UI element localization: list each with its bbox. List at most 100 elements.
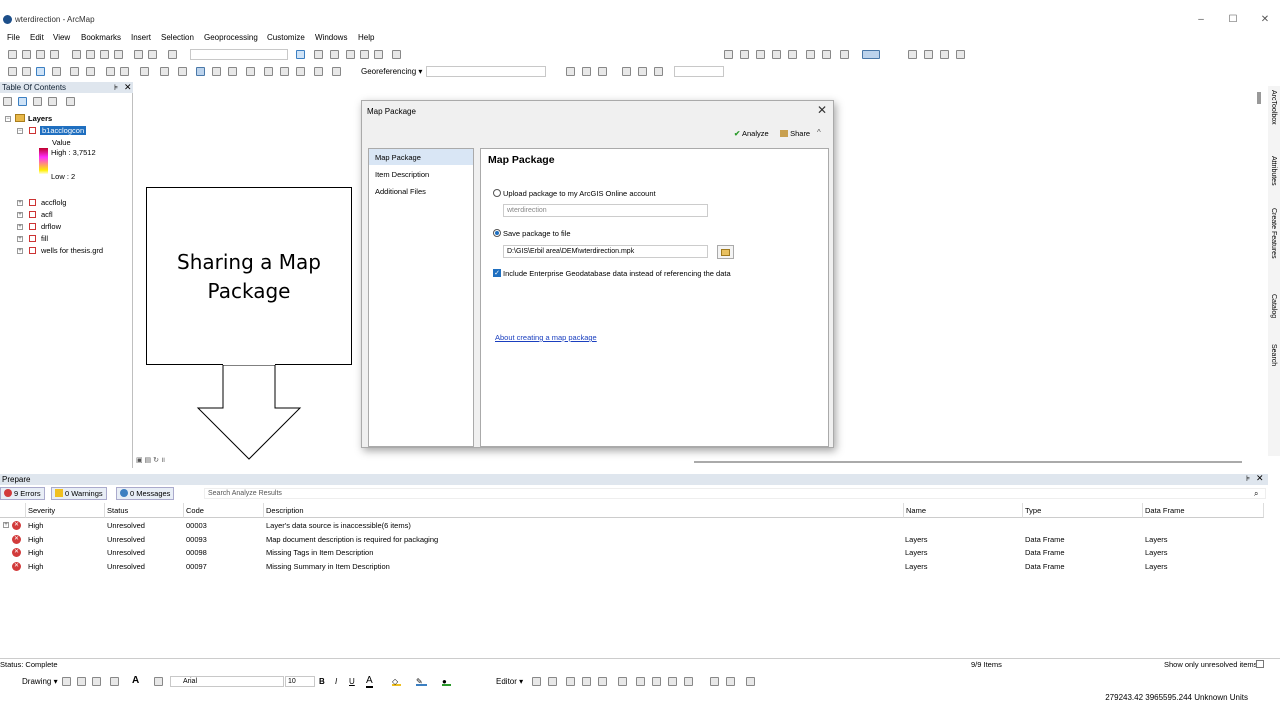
delete-icon[interactable] <box>114 50 123 59</box>
menu-help[interactable]: Help <box>358 33 374 42</box>
attributes-tab[interactable]: Attributes <box>1270 156 1277 186</box>
catalog-window-icon[interactable] <box>330 50 339 59</box>
fill-color-icon[interactable]: ◇ <box>392 677 401 686</box>
layout-tool-icon[interactable] <box>806 50 815 59</box>
save-to-file-radio[interactable] <box>493 229 501 237</box>
find-icon[interactable] <box>264 67 273 76</box>
save-icon[interactable] <box>36 50 45 59</box>
pan-icon[interactable] <box>36 67 45 76</box>
menu-windows[interactable]: Windows <box>315 33 347 42</box>
errors-filter[interactable]: 9 Errors <box>0 487 45 500</box>
edit-tool-icon[interactable] <box>652 677 661 686</box>
column-header-type[interactable]: Type <box>1023 503 1143 518</box>
collapse-chevron-icon[interactable]: ^ <box>817 128 821 137</box>
expand-icon[interactable]: + <box>3 522 9 528</box>
table-cell-description[interactable]: Layer's data source is inaccessible(6 it… <box>266 521 411 530</box>
arctoolbox-icon[interactable] <box>360 50 369 59</box>
back-icon[interactable] <box>106 67 115 76</box>
python-window-icon[interactable] <box>374 50 383 59</box>
fixed-zoom-in-icon[interactable] <box>70 67 79 76</box>
scale-field[interactable] <box>190 49 288 60</box>
layer-visibility-checkbox[interactable] <box>29 223 36 230</box>
add-data-icon[interactable] <box>168 50 177 59</box>
georef-layer-field[interactable] <box>426 66 546 77</box>
select-elements-icon[interactable] <box>178 67 187 76</box>
menu-file[interactable]: File <box>7 33 20 42</box>
fixed-zoom-out-icon[interactable] <box>86 67 95 76</box>
layout-tool-icon[interactable] <box>756 50 765 59</box>
collapse-icon[interactable]: − <box>17 128 23 134</box>
layout-tool-icon[interactable] <box>940 50 949 59</box>
cut-icon[interactable] <box>72 50 81 59</box>
list-by-visibility-icon[interactable] <box>33 97 42 106</box>
sketch-properties-icon[interactable] <box>726 677 735 686</box>
font-select[interactable]: Arial <box>170 676 284 687</box>
expand-icon[interactable]: + <box>17 224 23 230</box>
font-size-select[interactable]: 10 <box>285 676 315 687</box>
select-features-icon[interactable] <box>140 67 149 76</box>
layer-visibility-checkbox[interactable] <box>29 199 36 206</box>
georef-tool-icon[interactable] <box>598 67 607 76</box>
layer-item[interactable]: drflow <box>41 222 61 231</box>
layout-tool-icon[interactable] <box>788 50 797 59</box>
search-icon[interactable]: ⌕ <box>1254 489 1258 499</box>
find-route-icon[interactable] <box>280 67 289 76</box>
edit-tool-icon[interactable] <box>566 677 575 686</box>
georef-tool-icon[interactable] <box>622 67 631 76</box>
georef-tool-icon[interactable] <box>654 67 663 76</box>
georef-tool-icon[interactable] <box>638 67 647 76</box>
pin-icon[interactable]: ⊧ <box>1246 474 1250 483</box>
toc-root-layers[interactable]: Layers <box>28 114 52 123</box>
edit-tool-icon[interactable] <box>598 677 607 686</box>
georef-tool-icon[interactable] <box>566 67 575 76</box>
messages-filter[interactable]: 0 Messages <box>116 487 175 500</box>
nav-additional-files[interactable]: Additional Files <box>375 187 426 196</box>
layout-tool-icon[interactable] <box>908 50 917 59</box>
edit-tool-icon[interactable] <box>636 677 645 686</box>
create-features-tab[interactable]: Create Features <box>1270 208 1277 259</box>
menu-bookmarks[interactable]: Bookmarks <box>81 33 121 42</box>
italic-button[interactable]: I <box>335 677 337 686</box>
marker-color-icon[interactable]: ● <box>442 677 451 686</box>
expand-icon[interactable]: + <box>17 212 23 218</box>
open-icon[interactable] <box>22 50 31 59</box>
layout-tool-icon[interactable] <box>956 50 965 59</box>
georeferencing-dropdown[interactable]: Georeferencing ▾ <box>361 67 422 76</box>
copy-icon[interactable] <box>86 50 95 59</box>
close-button[interactable]: ✕ <box>1250 14 1280 25</box>
nav-map-package[interactable]: Map Package <box>375 153 421 162</box>
edit-tool-icon[interactable] <box>684 677 693 686</box>
vertical-scrollbar[interactable] <box>1257 92 1261 104</box>
list-by-selection-icon[interactable] <box>48 97 57 106</box>
options-icon[interactable] <box>66 97 75 106</box>
layout-tool-icon[interactable] <box>724 50 733 59</box>
attributes-icon[interactable] <box>710 677 719 686</box>
search-results-input[interactable]: Search Analyze Results <box>204 488 1266 499</box>
color-swatch-icon[interactable] <box>862 50 880 59</box>
zoom-in-icon[interactable] <box>8 67 17 76</box>
menu-geoprocessing[interactable]: Geoprocessing <box>204 33 258 42</box>
upload-radio[interactable] <box>493 189 501 197</box>
forward-icon[interactable] <box>120 67 129 76</box>
layer-item[interactable]: fill <box>41 234 48 243</box>
edit-tool-icon[interactable] <box>548 677 557 686</box>
create-features-icon[interactable] <box>746 677 755 686</box>
column-header-status[interactable]: Status <box>105 503 184 518</box>
zoom-out-icon[interactable] <box>22 67 31 76</box>
expand-icon[interactable]: + <box>17 200 23 206</box>
expand-icon[interactable]: + <box>17 248 23 254</box>
html-popup-icon[interactable] <box>228 67 237 76</box>
layout-tool-icon[interactable] <box>822 50 831 59</box>
menu-edit[interactable]: Edit <box>30 33 44 42</box>
layout-view-buttons[interactable]: ▣ ▤ ↻ ॥ <box>136 456 186 465</box>
selected-layer-name[interactable]: b1acclogcon <box>40 126 87 135</box>
undo-icon[interactable] <box>134 50 143 59</box>
table-cell-description[interactable]: Missing Summary in Item Description <box>266 562 390 571</box>
show-unresolved-checkbox[interactable] <box>1256 660 1264 668</box>
upload-name-field[interactable]: wterdirection <box>503 204 708 217</box>
layout-tool-icon[interactable] <box>740 50 749 59</box>
pin-icon[interactable]: ⊧ <box>114 83 118 92</box>
layout-tool-icon[interactable] <box>840 50 849 59</box>
time-slider-icon[interactable] <box>314 67 323 76</box>
edit-tool-icon[interactable] <box>582 677 591 686</box>
